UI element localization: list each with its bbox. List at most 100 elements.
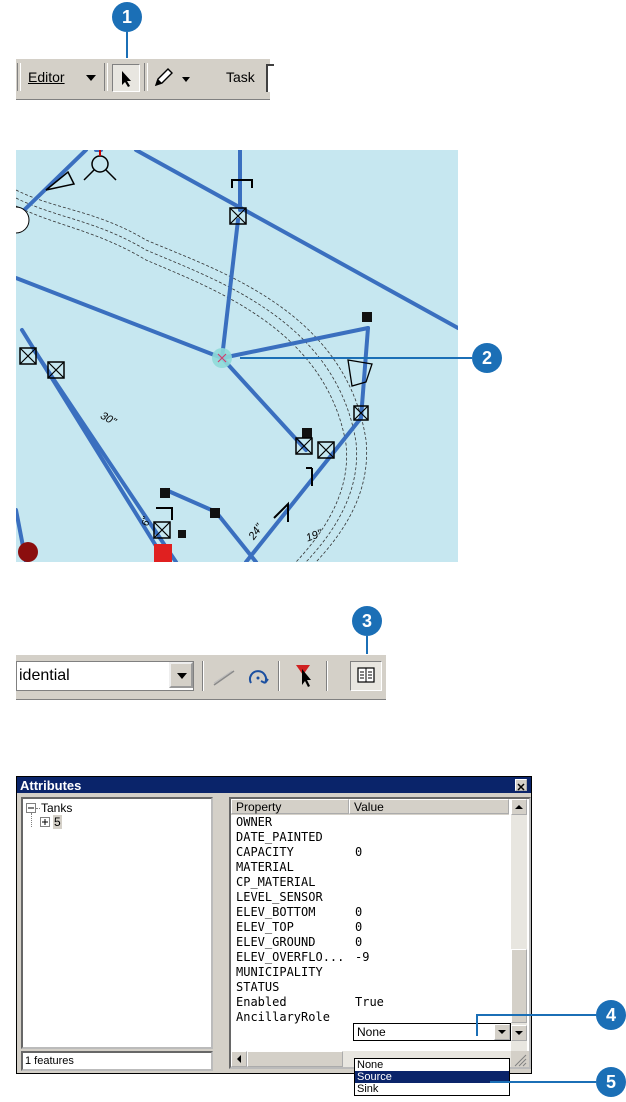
chevron-down-icon [177, 673, 187, 679]
property-value[interactable]: 0 [355, 935, 362, 949]
property-name: LEVEL_SENSOR [236, 890, 323, 904]
connect-line-icon [213, 670, 235, 686]
pipe-label: 6" [140, 516, 153, 527]
option-source[interactable]: Source [355, 1071, 509, 1083]
table-row[interactable]: CP_MATERIAL [231, 875, 501, 890]
property-rows: OWNER DATE_PAINTED CAPACITY 0 MATERIAL CP_MAT… [231, 815, 509, 1045]
value-column-header[interactable]: Value [349, 799, 509, 814]
resize-grip[interactable] [511, 1051, 529, 1067]
table-row[interactable]: STATUS [231, 980, 501, 995]
property-name: CAPACITY [236, 845, 294, 859]
chevron-down-icon[interactable] [86, 75, 96, 81]
divider [278, 661, 280, 691]
table-row[interactable]: MATERIAL [231, 860, 501, 875]
scroll-h-thumb[interactable] [247, 1051, 343, 1067]
table-row[interactable]: ELEV_BOTTOM 0 [231, 905, 501, 920]
callout-4: 4 [596, 1000, 626, 1030]
callout-4-leader-drop [476, 1014, 478, 1036]
table-row[interactable]: MUNICIPALITY [231, 965, 501, 980]
property-name: ELEV_OVERFLO... [236, 950, 345, 964]
toolbar-separator [104, 63, 108, 91]
flag-select-tool-button[interactable] [288, 661, 318, 691]
chevron-down-icon [515, 1031, 523, 1035]
layer-combo-dropdown[interactable] [169, 662, 193, 688]
table-row[interactable]: OWNER [231, 815, 501, 830]
callout-5: 5 [596, 1067, 626, 1097]
callout-2-number: 2 [481, 347, 492, 368]
property-name: ELEV_GROUND [236, 935, 316, 949]
scroll-up-button[interactable] [511, 799, 527, 815]
tree-connector [31, 813, 32, 827]
rotate-tool-button[interactable] [244, 663, 272, 691]
callout-3: 3 [352, 606, 382, 636]
select-arrow-icon [296, 665, 311, 687]
property-grid: Property Value OWNER DATE_PAINTED CAPACITY… [229, 797, 531, 1069]
property-name: CP_MATERIAL [236, 875, 316, 889]
ancillary-role-value: None [357, 1025, 386, 1039]
scroll-thumb[interactable] [511, 949, 527, 1023]
connect-tool-button[interactable] [210, 663, 238, 691]
property-value[interactable]: 0 [355, 920, 362, 934]
rotate-icon [249, 670, 269, 684]
property-value[interactable]: True [355, 995, 384, 1009]
sketch-tool-button[interactable] [150, 65, 178, 91]
toolbar-separator [144, 63, 148, 91]
table-row[interactable]: LEVEL_SENSOR [231, 890, 501, 905]
status-bar: 1 features [21, 1051, 213, 1071]
task-combo-edge[interactable] [266, 64, 274, 92]
property-column-header[interactable]: Property [231, 799, 349, 814]
callout-4-number: 4 [605, 1004, 616, 1025]
scroll-down-button[interactable] [511, 1025, 527, 1041]
option-sink[interactable]: Sink [355, 1083, 509, 1095]
property-name: ELEV_TOP [236, 920, 294, 934]
tree-root-label[interactable]: Tanks [41, 801, 72, 815]
callout-1-number: 1 [121, 6, 132, 27]
tree-child-label[interactable]: 5 [53, 815, 62, 829]
edit-tool-button[interactable] [112, 64, 140, 92]
attributes-titlebar[interactable]: Attributes [17, 777, 531, 793]
scroll-left-button[interactable] [231, 1051, 247, 1067]
option-none[interactable]: None [355, 1059, 509, 1071]
chevron-down-icon[interactable] [182, 77, 190, 82]
table-row[interactable]: ELEV_GROUND 0 [231, 935, 501, 950]
ancillary-role-combo[interactable]: None [353, 1023, 511, 1041]
feature-tree[interactable]: Tanks 5 [21, 797, 213, 1049]
expand-icon[interactable] [40, 817, 50, 827]
table-row[interactable]: ELEV_TOP 0 [231, 920, 501, 935]
callout-2-leader [240, 357, 472, 359]
callout-1: 1 [112, 2, 142, 32]
close-button[interactable] [515, 779, 527, 791]
ancillary-role-dropdown[interactable] [494, 1024, 510, 1040]
arrow-pointer-icon [122, 71, 131, 87]
map-view[interactable]: 30" 24" 19" 6" [16, 150, 458, 562]
property-value[interactable]: 0 [355, 905, 362, 919]
resize-grip-icon [514, 1054, 527, 1067]
layer-combo[interactable]: idential [16, 661, 194, 691]
table-row[interactable]: Enabled True [231, 995, 501, 1010]
chevron-up-icon [515, 805, 523, 809]
table-row[interactable]: ELEV_OVERFLO... -9 [231, 950, 501, 965]
layer-combo-value: idential [19, 667, 70, 684]
property-name: Enabled [236, 995, 287, 1009]
editor-menu-label: Editor [28, 69, 65, 85]
chevron-left-icon [237, 1055, 241, 1063]
window-title: Attributes [20, 778, 82, 793]
property-name: ELEV_BOTTOM [236, 905, 316, 919]
editor-menu-button[interactable]: Editor [28, 69, 65, 89]
table-row[interactable]: CAPACITY 0 [231, 845, 501, 860]
attributes-button[interactable] [350, 661, 382, 691]
callout-5-number: 5 [605, 1071, 616, 1092]
attributes-window: Attributes Tanks 5 1 features Property V… [16, 776, 532, 1074]
ancillary-role-list[interactable]: None Source Sink [354, 1058, 510, 1096]
collapse-icon[interactable] [26, 803, 36, 813]
property-name: DATE_PAINTED [236, 830, 323, 844]
column-header-row: Property Value [231, 799, 509, 815]
table-row[interactable]: DATE_PAINTED [231, 830, 501, 845]
property-name: MUNICIPALITY [236, 965, 323, 979]
property-value[interactable]: 0 [355, 845, 362, 859]
task-label: Task [226, 69, 255, 85]
network-toolbar: idential [16, 654, 386, 700]
property-value[interactable]: -9 [355, 950, 369, 964]
divider [202, 661, 204, 691]
property-name: MATERIAL [236, 860, 294, 874]
